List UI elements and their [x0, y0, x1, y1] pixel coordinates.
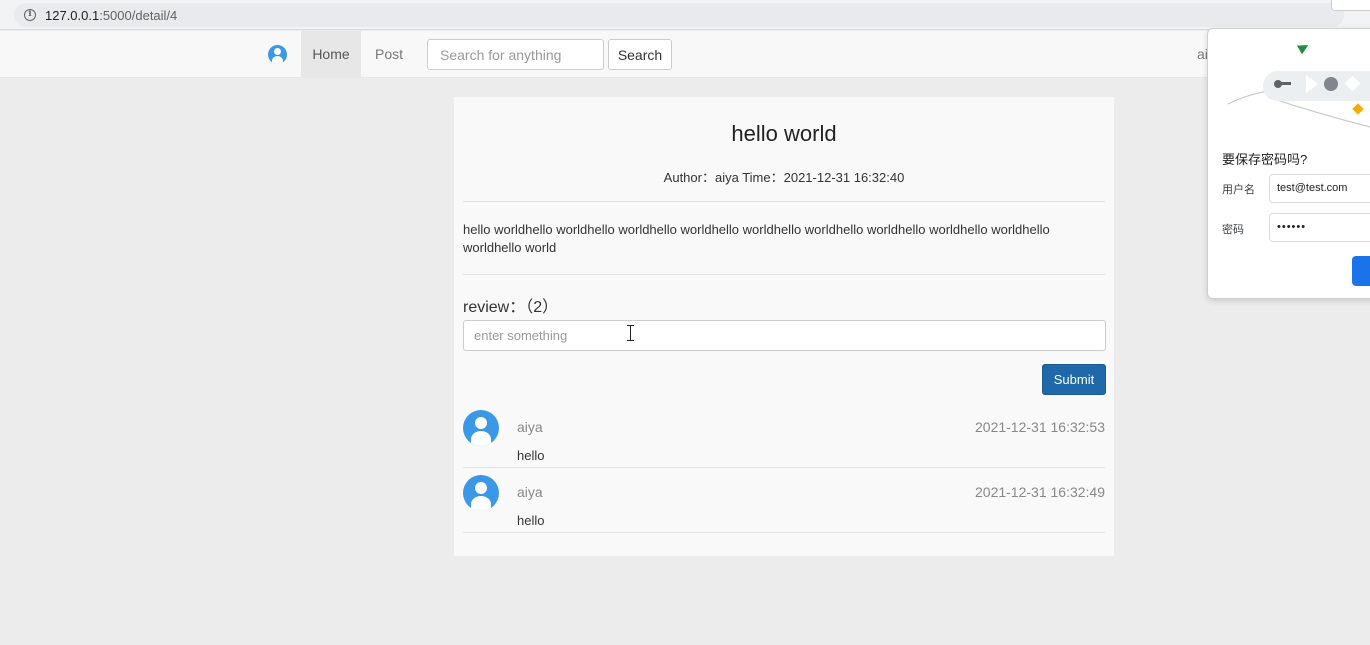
- url-path: :5000/detail/4: [99, 7, 178, 23]
- save-password-button[interactable]: [1352, 256, 1370, 286]
- browser-address-bar: i 127.0.0.1:5000/detail/4: [0, 0, 1370, 30]
- password-field[interactable]: ••••••: [1269, 213, 1370, 242]
- review-input[interactable]: [463, 320, 1106, 351]
- submit-button[interactable]: Submit: [1042, 364, 1106, 395]
- search-button[interactable]: Search: [608, 39, 672, 70]
- comment-item: aiya 2021-12-31 16:32:53 hello: [463, 403, 1105, 468]
- search-input[interactable]: [427, 39, 604, 70]
- divider: [463, 201, 1105, 202]
- text-cursor-icon: [627, 325, 634, 341]
- navbar: Home Post Search ai: [0, 31, 1370, 78]
- info-icon[interactable]: i: [24, 9, 36, 21]
- user-logo-icon[interactable]: [268, 45, 287, 64]
- comment-time: 2021-12-31 16:32:49: [975, 484, 1105, 500]
- comment-list: aiya 2021-12-31 16:32:53 hello aiya 2021…: [463, 403, 1105, 533]
- nav-home-link[interactable]: Home: [301, 31, 361, 78]
- comment-text: hello: [517, 448, 545, 463]
- post-meta: Author：aiya Time：2021-12-31 16:32:40: [663, 170, 905, 185]
- comment-text: hello: [517, 513, 545, 528]
- post-content: hello worldhello worldhello worldhello w…: [463, 222, 1050, 255]
- review-heading: review：（2）: [463, 299, 559, 316]
- divider: [463, 274, 1105, 275]
- password-label: 密码: [1222, 224, 1244, 236]
- nav-post-link[interactable]: Post: [375, 31, 403, 78]
- avatar-icon: [463, 475, 499, 511]
- post-detail-card: hello world Author：aiya Time：2021-12-31 …: [454, 97, 1114, 556]
- post-title: hello world: [731, 121, 837, 146]
- save-password-popup: 要保存密码吗? 用户名 test@test.com 密码 ••••••: [1207, 28, 1370, 299]
- comment-item: aiya 2021-12-31 16:32:49 hello: [463, 468, 1105, 533]
- comment-user: aiya: [517, 419, 543, 435]
- username-label: 用户名: [1222, 184, 1255, 196]
- url-field[interactable]: i 127.0.0.1:5000/detail/4: [14, 3, 1344, 27]
- browser-corner-tab: [1331, 0, 1370, 11]
- comment-user: aiya: [517, 484, 543, 500]
- url-host: 127.0.0.1: [45, 7, 100, 23]
- username-field[interactable]: test@test.com: [1269, 174, 1370, 203]
- password-illustration-icon: [1227, 45, 1370, 128]
- comment-time: 2021-12-31 16:32:53: [975, 419, 1105, 435]
- avatar-icon: [463, 410, 499, 446]
- save-password-title: 要保存密码吗?: [1222, 152, 1308, 167]
